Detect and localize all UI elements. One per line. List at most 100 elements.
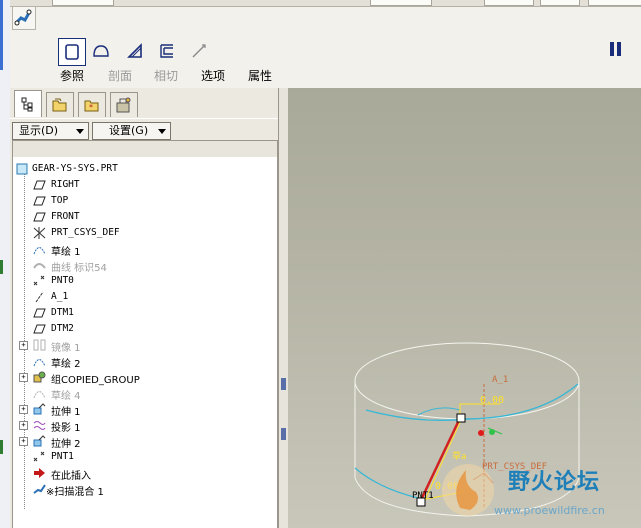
show-menu-label: 显示(D) bbox=[19, 124, 59, 137]
sketch-icon bbox=[33, 391, 46, 399]
surface-toggle-button[interactable] bbox=[88, 38, 114, 64]
remove-material-button[interactable] bbox=[154, 38, 180, 64]
extrude-icon bbox=[33, 435, 46, 447]
navigator-panel: * 显示(D) 设置(G) GEAR-YS-SYS.PRT RIGHT TOP bbox=[10, 88, 278, 528]
tree-column-header[interactable] bbox=[12, 140, 278, 158]
tree-item-label: PNT0 bbox=[51, 275, 74, 286]
mirror-icon bbox=[33, 339, 46, 351]
options-tab[interactable]: 选项 bbox=[201, 67, 225, 84]
tab-folder-browser[interactable] bbox=[46, 92, 74, 117]
expand-icon[interactable]: + bbox=[19, 437, 28, 446]
tree-item-top[interactable]: TOP bbox=[13, 193, 277, 209]
tree-item-group[interactable]: + 组COPIED_GROUP bbox=[13, 369, 277, 386]
dashboard-top-bar bbox=[10, 0, 641, 7]
dimension-top[interactable]: 0.00 bbox=[480, 395, 504, 406]
model-tree[interactable]: GEAR-YS-SYS.PRT RIGHT TOP FRONT PRT_CSYS… bbox=[12, 157, 278, 528]
tree-item-label: DTM1 bbox=[51, 307, 74, 318]
tree-item-axis[interactable]: A_1 bbox=[13, 289, 277, 305]
group-icon bbox=[33, 371, 46, 383]
curve-icon bbox=[33, 263, 46, 269]
sketch-icon bbox=[33, 359, 46, 367]
tree-item-label: 组COPIED_GROUP bbox=[51, 375, 140, 386]
tree-item-extrude-1[interactable]: + 拉伸 1 bbox=[13, 401, 277, 418]
projection-icon bbox=[33, 421, 46, 430]
tree-item-label: RIGHT bbox=[51, 179, 80, 190]
tree-item-label: ※扫描混合 1 bbox=[46, 487, 104, 498]
site-watermark: 野火论坛 www.proewildfire.cn bbox=[430, 458, 641, 528]
tree-item-dtm1[interactable]: DTM1 bbox=[13, 305, 277, 321]
settings-menu-button[interactable]: 设置(G) bbox=[92, 122, 171, 140]
tab-connections[interactable] bbox=[110, 92, 138, 117]
tree-root-label: GEAR-YS-SYS.PRT bbox=[32, 163, 118, 174]
tab-model-tree[interactable] bbox=[14, 90, 42, 117]
pause-button[interactable] bbox=[610, 42, 624, 58]
expand-icon[interactable]: + bbox=[19, 341, 28, 350]
tree-item-label: 在此插入 bbox=[51, 471, 91, 482]
datum-plane-icon bbox=[33, 180, 46, 190]
tangency-tab[interactable]: 相切 bbox=[154, 67, 178, 84]
tab-favorites[interactable]: * bbox=[78, 92, 106, 117]
tree-item-pnt0[interactable]: PNT0 bbox=[13, 273, 277, 289]
thicken-button[interactable] bbox=[186, 38, 212, 64]
tree-item-curve[interactable]: 曲线 标识54 bbox=[13, 257, 277, 274]
flame-logo-icon bbox=[442, 464, 494, 516]
collapse-right-icon[interactable] bbox=[281, 428, 286, 440]
tree-item-label: PRT_CSYS_DEF bbox=[51, 227, 120, 238]
tree-item-projection-1[interactable]: + 投影 1 bbox=[13, 417, 277, 434]
solid-toggle-button[interactable] bbox=[58, 38, 86, 66]
connections-icon bbox=[116, 97, 131, 113]
tree-item-label: PNT1 bbox=[51, 451, 74, 462]
datum-point-icon bbox=[33, 451, 45, 462]
sections-tab[interactable]: 剖面 bbox=[108, 67, 132, 84]
tree-item-csys[interactable]: PRT_CSYS_DEF bbox=[13, 225, 277, 241]
insert-arrow-icon bbox=[34, 468, 45, 478]
tree-item-label: TOP bbox=[51, 195, 69, 206]
datum-point-icon bbox=[33, 275, 45, 286]
tree-item-label: 草绘 1 bbox=[51, 247, 81, 258]
folder-icon bbox=[52, 98, 67, 112]
references-tab[interactable]: 参照 bbox=[60, 67, 84, 84]
part-icon bbox=[16, 163, 28, 175]
collapse-left-icon[interactable] bbox=[281, 378, 286, 390]
datum-plane-icon bbox=[33, 196, 46, 206]
chevron-down-icon bbox=[76, 129, 84, 134]
svg-text:*: * bbox=[89, 103, 93, 112]
thin-toggle-button[interactable] bbox=[122, 38, 148, 64]
expand-icon[interactable]: + bbox=[19, 421, 28, 430]
swept-blend-icon bbox=[33, 484, 46, 494]
tree-item-label: 拉伸 1 bbox=[51, 407, 81, 418]
watermark-url: www.proewildfire.cn bbox=[494, 504, 605, 517]
tree-item-label: 草绘 2 bbox=[51, 359, 81, 370]
tree-item-dtm2[interactable]: DTM2 bbox=[13, 321, 277, 337]
datum-plane-icon bbox=[33, 212, 46, 222]
tree-item-right[interactable]: RIGHT bbox=[13, 177, 277, 193]
sketch-icon bbox=[33, 247, 46, 255]
tree-item-front[interactable]: FRONT bbox=[13, 209, 277, 225]
tree-item-label: 曲线 标识54 bbox=[51, 263, 107, 274]
model-tree-toolbar: 显示(D) 设置(G) bbox=[10, 118, 278, 141]
properties-tab[interactable]: 属性 bbox=[248, 67, 272, 84]
tree-item-label: 草绘 4 bbox=[51, 391, 81, 402]
tree-item-label: FRONT bbox=[51, 211, 80, 222]
tree-item-mirror[interactable]: + 镜像 1 bbox=[13, 337, 277, 354]
tree-item-label: A_1 bbox=[51, 291, 69, 302]
tree-item-sketch-1[interactable]: 草绘 1 bbox=[13, 241, 277, 258]
settings-menu-label: 设置(G) bbox=[109, 124, 149, 137]
chevron-down-icon bbox=[158, 129, 166, 134]
expand-icon[interactable]: + bbox=[19, 373, 28, 382]
watermark-title: 野火论坛 bbox=[508, 470, 601, 495]
swept-blend-tool-icon[interactable] bbox=[12, 6, 36, 30]
tree-root[interactable]: GEAR-YS-SYS.PRT bbox=[13, 161, 277, 177]
expand-icon[interactable]: + bbox=[19, 405, 28, 414]
axis-label: A_1 bbox=[492, 375, 509, 385]
tree-item-pnt1[interactable]: PNT1 bbox=[13, 449, 277, 465]
show-menu-button[interactable]: 显示(D) bbox=[12, 122, 89, 140]
tree-item-swept-blend[interactable]: ※扫描混合 1 bbox=[13, 481, 277, 498]
csys-icon bbox=[33, 227, 46, 239]
tree-item-sketch-4[interactable]: 草绘 4 bbox=[13, 385, 277, 402]
tree-item-insert-here[interactable]: 在此插入 bbox=[13, 465, 277, 482]
tree-item-label: 投影 1 bbox=[51, 423, 81, 434]
tree-item-sketch-2[interactable]: 草绘 2 bbox=[13, 353, 277, 370]
tree-item-label: 拉伸 2 bbox=[51, 439, 81, 450]
tree-item-extrude-2[interactable]: + 拉伸 2 bbox=[13, 433, 277, 450]
